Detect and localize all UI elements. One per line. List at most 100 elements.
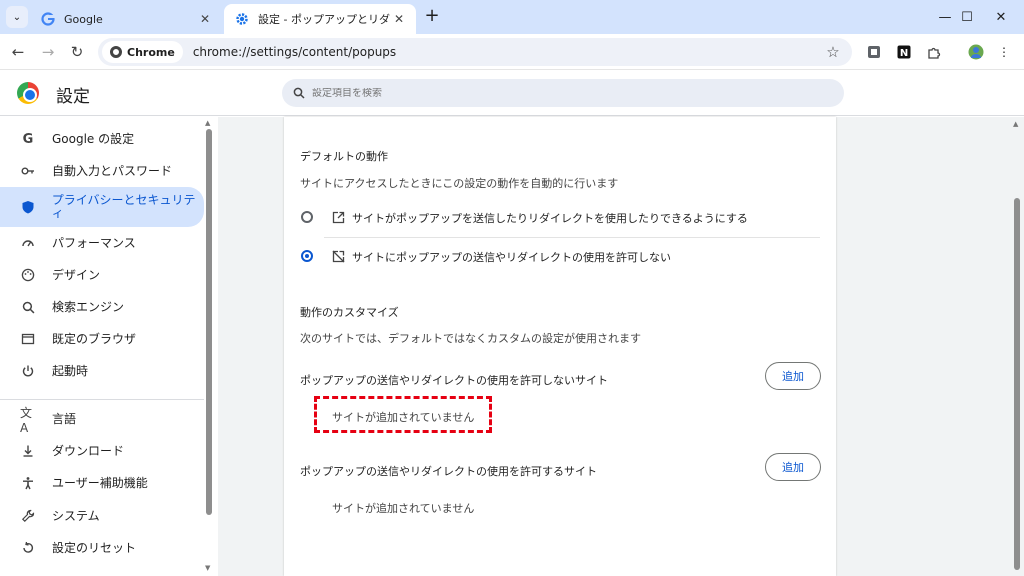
sidebar-item-label: 自動入力とパスワード xyxy=(52,163,173,178)
accessibility-icon xyxy=(20,475,36,491)
sidebar-item-label: デザイン xyxy=(52,267,101,282)
google-icon xyxy=(40,11,56,27)
shield-icon xyxy=(20,199,36,215)
add-block-site-button[interactable]: 追加 xyxy=(765,362,821,390)
key-icon xyxy=(20,163,36,179)
tab-title: Google xyxy=(64,12,103,26)
google-icon: G xyxy=(22,131,34,147)
add-allow-site-button[interactable]: 追加 xyxy=(765,453,821,481)
toolbar: ← → ↻ Chrome chrome://settings/content/p… xyxy=(0,34,1024,70)
chrome-chip[interactable]: Chrome xyxy=(102,41,183,63)
allow-list-empty: サイトが追加されていません xyxy=(332,502,475,515)
gear-icon xyxy=(234,11,250,27)
tab-strip: ⌄ Google ✕ 設定 - ポップアップとリダイレクト ✕ + — ☐ ✕ xyxy=(0,0,1024,34)
settings-search[interactable] xyxy=(282,79,844,107)
sidebar-item-label: 既定のブラウザ xyxy=(52,331,137,346)
sidebar-item-performance[interactable]: パフォーマンス xyxy=(0,227,204,259)
extension-icon[interactable] xyxy=(866,44,882,60)
chrome-icon xyxy=(110,46,122,58)
option-block-label[interactable]: サイトにポップアップの送信やリダイレクトの使用を許可しない xyxy=(352,249,671,265)
sidebar-item-languages[interactable]: 文A 言語 xyxy=(0,403,204,435)
sidebar-item-label: 設定のリセット xyxy=(52,540,137,555)
page-title: 設定 xyxy=(56,87,90,107)
page-scroll-up-arrow[interactable]: ▲ xyxy=(1013,120,1018,128)
url-text[interactable]: chrome://settings/content/popups xyxy=(193,45,822,59)
palette-icon xyxy=(20,267,36,283)
sidebar-item-label: パフォーマンス xyxy=(52,235,136,250)
popup-blocked-icon xyxy=(331,249,345,263)
sidebar-item-downloads[interactable]: ダウンロード xyxy=(0,435,204,467)
browser-window: ⌄ Google ✕ 設定 - ポップアップとリダイレクト ✕ + — ☐ ✕ … xyxy=(0,0,1024,576)
sidebar-item-reset[interactable]: 設定のリセット xyxy=(0,532,204,564)
translate-icon: 文A xyxy=(20,405,33,435)
sidebar-item-startup[interactable]: 起動時 xyxy=(0,355,204,387)
window-close-button[interactable]: ✕ xyxy=(978,0,1024,34)
omnibox[interactable]: Chrome chrome://settings/content/popups … xyxy=(98,38,852,66)
customize-description: 次のサイトでは、デフォルトではなくカスタムの設定が使用されます xyxy=(300,332,641,345)
tab-title: 設定 - ポップアップとリダイレクト xyxy=(258,13,390,26)
gauge-icon xyxy=(20,235,36,251)
main-content: デフォルトの動作 サイトにアクセスしたときにこの設定の動作を自動的に行います サ… xyxy=(218,117,1024,576)
profile-avatar-icon[interactable] xyxy=(968,44,984,60)
highlight-box xyxy=(314,396,492,433)
tab-google[interactable]: Google ✕ xyxy=(30,4,222,34)
browser-window-icon xyxy=(20,331,36,347)
page-scrollbar[interactable] xyxy=(1014,198,1020,570)
search-input[interactable] xyxy=(312,87,812,99)
sidebar-item-label: 言語 xyxy=(52,411,77,426)
scroll-down-arrow[interactable]: ▼ xyxy=(205,564,210,572)
sidebar-item-google[interactable]: G Google の設定 xyxy=(0,123,204,155)
sidebar-item-design[interactable]: デザイン xyxy=(0,259,204,291)
settings-header: 設定 xyxy=(0,70,1024,116)
close-icon[interactable]: ✕ xyxy=(390,10,408,28)
sidebar-item-privacy[interactable]: プライバシーとセキュリティ xyxy=(0,187,204,227)
sidebar-item-label: プライバシーとセキュリティ xyxy=(51,193,196,220)
reset-icon xyxy=(20,540,36,556)
bookmark-star-icon[interactable]: ☆ xyxy=(822,43,844,61)
search-icon xyxy=(292,86,306,100)
sidebar-item-autofill[interactable]: 自動入力とパスワード xyxy=(0,155,204,187)
new-tab-button[interactable]: + xyxy=(422,7,442,27)
sidebar-divider xyxy=(0,399,204,400)
sidebar-item-label: システム xyxy=(52,508,100,523)
chrome-logo-icon xyxy=(17,82,39,104)
option-allow-label[interactable]: サイトがポップアップを送信したりリダイレクトを使用したりできるようにする xyxy=(352,210,748,226)
sidebar-scrollbar[interactable] xyxy=(206,129,212,515)
power-icon xyxy=(20,363,36,379)
radio-allow[interactable] xyxy=(301,211,313,223)
download-icon xyxy=(20,443,36,459)
svg-text:N: N xyxy=(900,48,908,59)
settings-card: デフォルトの動作 サイトにアクセスしたときにこの設定の動作を自動的に行います サ… xyxy=(284,117,836,576)
open-in-new-icon xyxy=(331,210,345,224)
sidebar-item-default-browser[interactable]: 既定のブラウザ xyxy=(0,323,204,355)
puzzle-icon[interactable] xyxy=(926,44,942,60)
option-divider xyxy=(324,237,820,238)
close-icon[interactable]: ✕ xyxy=(196,10,214,28)
sidebar-item-accessibility[interactable]: ユーザー補助機能 xyxy=(0,467,204,499)
sidebar: ▲ ▼ G Google の設定 自動入力とパスワード プライバシーとセキュリテ… xyxy=(0,117,218,576)
tab-search-button[interactable]: ⌄ xyxy=(6,6,28,28)
more-menu-icon[interactable]: ⋮ xyxy=(996,44,1012,60)
reload-icon[interactable]: ↻ xyxy=(65,40,89,64)
search-icon xyxy=(20,299,36,315)
sidebar-item-label: Google の設定 xyxy=(52,131,135,146)
allow-list-title: ポップアップの送信やリダイレクトの使用を許可するサイト xyxy=(300,465,597,478)
sidebar-item-label: 起動時 xyxy=(52,363,89,378)
back-arrow-icon[interactable]: ← xyxy=(6,40,30,64)
tab-settings[interactable]: 設定 - ポップアップとリダイレクト ✕ xyxy=(224,4,416,34)
default-behavior-description: サイトにアクセスしたときにこの設定の動作を自動的に行います xyxy=(300,177,619,190)
chevron-down-icon: ⌄ xyxy=(12,11,22,23)
block-list-title: ポップアップの送信やリダイレクトの使用を許可しないサイト xyxy=(300,374,608,387)
scroll-up-arrow[interactable]: ▲ xyxy=(205,119,210,127)
sidebar-item-search-engine[interactable]: 検索エンジン xyxy=(0,291,204,323)
default-behavior-heading: デフォルトの動作 xyxy=(300,150,388,163)
forward-arrow-icon[interactable]: → xyxy=(36,40,60,64)
sidebar-item-label: ユーザー補助機能 xyxy=(52,475,148,490)
sidebar-item-label: ダウンロード xyxy=(52,443,125,458)
wrench-icon xyxy=(20,508,36,524)
radio-block[interactable] xyxy=(301,250,313,262)
sidebar-item-label: 検索エンジン xyxy=(52,299,125,314)
sidebar-item-system[interactable]: システム xyxy=(0,500,204,532)
customize-heading: 動作のカスタマイズ xyxy=(300,306,399,319)
notion-icon[interactable]: N xyxy=(896,44,912,60)
